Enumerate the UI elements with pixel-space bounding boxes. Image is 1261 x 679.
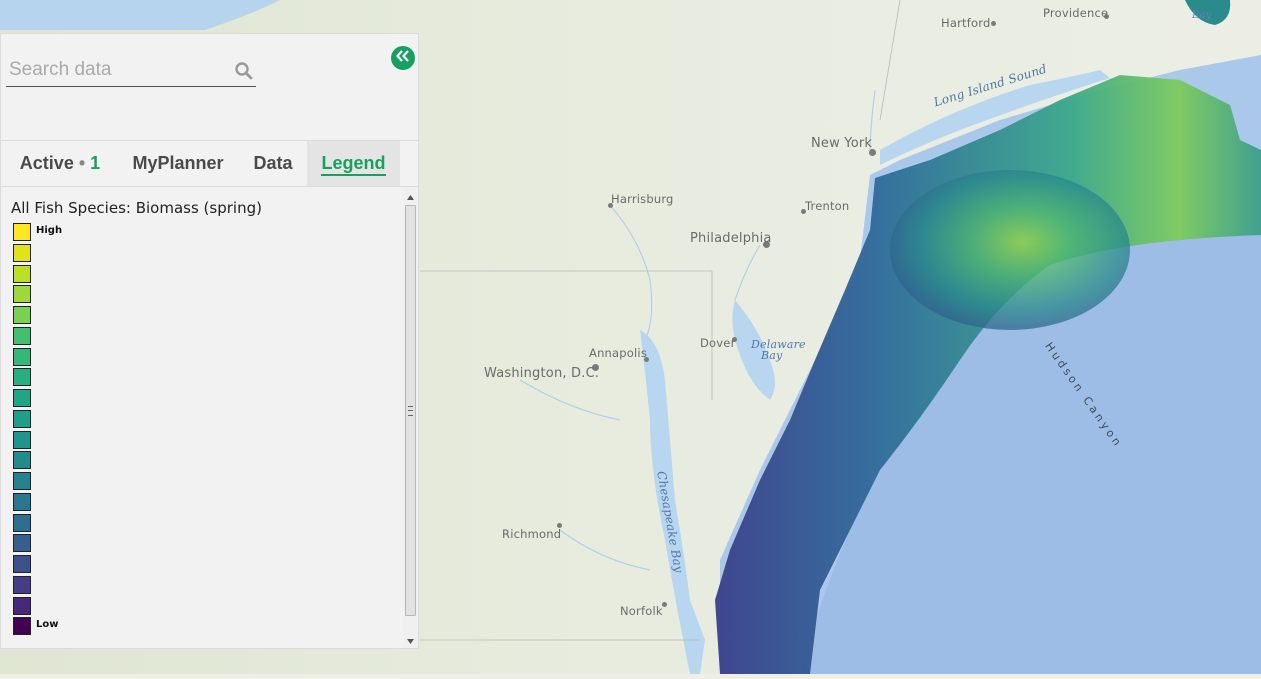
map-label-providence: Providence (1043, 6, 1109, 20)
tab-active-label: Active (19, 153, 74, 173)
map-label-trenton: Trenton (805, 199, 850, 213)
map-label-philadelphia: Philadelphia (690, 231, 772, 246)
legend-swatch (13, 513, 31, 532)
legend-swatch (13, 326, 31, 345)
legend-swatch (13, 243, 31, 262)
hartford-dot (991, 21, 996, 26)
legend-content: All Fish Species: Biomass (spring) High L… (1, 188, 403, 648)
caret-up-icon (407, 187, 414, 205)
map-label-washington-dc: Washington, D.C. (484, 366, 600, 381)
scroll-thumb[interactable] (405, 205, 416, 616)
map-label-dover: Dover (700, 336, 736, 350)
tab-active-count: 1 (90, 153, 101, 173)
tab-active-separator: • (78, 153, 86, 173)
legend-swatch (13, 409, 31, 428)
biomass-hotspot (890, 170, 1130, 330)
scroll-down-button[interactable] (403, 632, 418, 648)
legend-swatch (13, 575, 31, 594)
tab-data-label: Data (253, 153, 293, 173)
tab-data[interactable]: Data (243, 141, 303, 186)
legend-swatch (13, 451, 31, 470)
map-label-cape-cod-bay: Bay (1192, 10, 1212, 21)
legend-swatch (13, 617, 31, 636)
tab-myplanner-label: MyPlanner (132, 153, 224, 173)
double-chevron-left-icon (396, 49, 410, 67)
scroll-up-button[interactable] (403, 188, 418, 204)
legend-swatch (13, 534, 31, 553)
legend-swatch (13, 347, 31, 366)
search-box (6, 56, 256, 87)
tab-legend[interactable]: Legend (307, 141, 400, 186)
legend-swatch (13, 285, 31, 304)
legend-swatch (13, 306, 31, 324)
map-label-new-york: New York (811, 136, 873, 151)
legend-low-label: Low (36, 619, 59, 631)
tab-active[interactable]: Active • 1 (9, 141, 111, 186)
caret-down-icon (407, 631, 414, 649)
legend-swatch (13, 430, 31, 449)
scroll-grip-icon (408, 406, 413, 416)
legend-swatch (13, 264, 31, 283)
tab-myplanner[interactable]: MyPlanner (123, 141, 233, 186)
legend-scrollbar[interactable] (403, 188, 418, 648)
search-icon[interactable] (234, 61, 254, 81)
map-label-norfolk: Norfolk (620, 604, 663, 618)
tab-legend-label: Legend (321, 153, 386, 176)
map-label-hartford: Hartford (941, 16, 991, 30)
legend-swatch (13, 472, 31, 490)
legend-swatch (13, 555, 31, 573)
map-label-bay: Bay (761, 349, 783, 362)
collapse-panel-button[interactable] (391, 46, 415, 70)
search-input[interactable] (9, 58, 229, 82)
legend-high-label: High (36, 225, 63, 236)
legend-swatch (13, 389, 31, 407)
legend-swatch (13, 596, 31, 615)
legend-title: All Fish Species: Biomass (spring) (11, 199, 262, 217)
map-label-richmond: Richmond (502, 527, 562, 541)
legend-swatch (13, 223, 31, 241)
legend-swatch (13, 368, 31, 387)
panel-tabs: Active • 1 MyPlanner Data Legend (1, 140, 418, 187)
side-panel: Active • 1 MyPlanner Data Legend All Fis… (0, 33, 419, 649)
map-label-harrisburg: Harrisburg (611, 192, 674, 206)
map-label-annapolis: Annapolis (589, 346, 648, 360)
legend-swatch (13, 492, 31, 511)
